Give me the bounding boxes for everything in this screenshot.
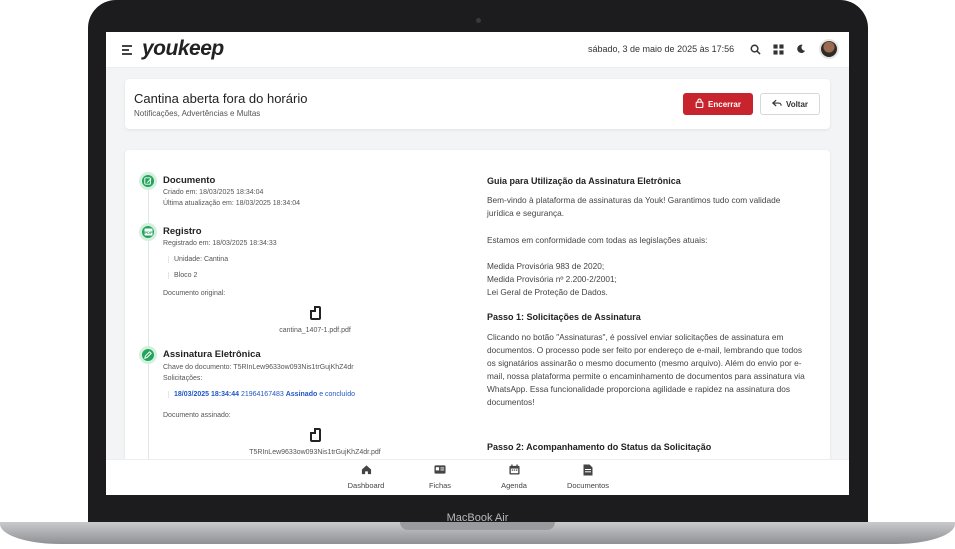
voltar-button[interactable]: Voltar <box>760 93 820 115</box>
request-date: 18/03/2025 18:34:44 <box>174 391 239 398</box>
request-extra: e concluído <box>319 391 356 398</box>
grid-icon[interactable] <box>771 42 785 56</box>
signature-request-row[interactable]: 18/03/2025 18:34:44 21964167483 Assinado… <box>168 391 355 398</box>
moon-icon[interactable] <box>794 42 808 56</box>
bloco-info: Bloco 2 <box>168 272 197 279</box>
search-icon[interactable] <box>748 42 762 56</box>
original-file-name: cantina_1407-1.pdf.pdf <box>279 327 351 334</box>
signature-pen-icon <box>139 346 157 364</box>
lock-icon <box>695 98 704 110</box>
step1-text: Clicando no botão "Assinaturas", é possí… <box>487 332 805 407</box>
created-date: Criado em: 18/03/2025 18:34:04 <box>163 189 264 196</box>
encerrar-label: Encerrar <box>708 99 741 109</box>
calendar-icon <box>484 464 544 478</box>
file-icon <box>309 428 321 442</box>
requests-label: Solicitações: <box>163 375 203 382</box>
guide-intro: Bem-vindo à plataforma de assinaturas da… <box>487 195 781 218</box>
encerrar-button[interactable]: Encerrar <box>683 93 753 115</box>
top-bar: youkeep sábado, 3 de maio de 2025 às 17:… <box>106 32 849 68</box>
nav-label: Dashboard <box>347 481 385 490</box>
id-card-icon <box>410 464 470 478</box>
document-detail-card: Documento Criado em: 18/03/2025 18:34:04… <box>125 150 830 470</box>
original-document-file[interactable]: cantina_1407-1.pdf.pdf <box>265 306 365 334</box>
page-header: Cantina aberta fora do horário Notificaç… <box>125 79 830 129</box>
nav-label: Fichas <box>428 481 452 490</box>
datetime: sábado, 3 de maio de 2025 às 17:56 <box>588 44 735 54</box>
camera <box>476 18 481 23</box>
step1-title: Passo 1: Solicitações de Assinatura <box>487 312 641 322</box>
request-status: Assinado <box>285 391 318 398</box>
voltar-label: Voltar <box>785 99 809 109</box>
logo[interactable]: youkeep <box>142 37 224 61</box>
back-arrow-icon <box>771 99 782 110</box>
guide-compliance: Estamos em conformidade com todas as leg… <box>487 235 708 245</box>
updated-date: Última atualização em: 18/03/2025 18:34:… <box>163 200 300 207</box>
pdf-icon: PDF <box>139 223 157 241</box>
svg-text:PDF: PDF <box>144 230 153 235</box>
page-title: Cantina aberta fora do horário <box>134 91 308 106</box>
menu-icon[interactable] <box>122 45 132 55</box>
guide-title: Guia para Utilização da Assinatura Eletr… <box>487 176 681 186</box>
avatar[interactable] <box>819 39 839 59</box>
section-title-registro: Registro <box>163 226 202 237</box>
request-phone: 21964167483 <box>240 391 284 398</box>
nav-label: Agenda <box>501 481 527 490</box>
signed-document-file[interactable]: T5RInLew9633ow093Nis1trGujKhZ4dr.pdf <box>215 428 415 456</box>
document-key: Chave do documento: T5RInLew9633ow093Nis… <box>163 364 354 371</box>
file-icon <box>309 306 321 320</box>
device-label: MacBook Air <box>446 512 509 524</box>
nav-documentos[interactable]: Documentos <box>558 464 618 490</box>
app-screen: youkeep sábado, 3 de maio de 2025 às 17:… <box>106 32 849 495</box>
nav-fichas[interactable]: Fichas <box>410 464 470 490</box>
bottom-nav: Dashboard Fichas Agenda Documentos <box>106 459 849 495</box>
nav-agenda[interactable]: Agenda <box>484 464 544 490</box>
section-title-assinatura: Assinatura Eletrônica <box>163 349 261 360</box>
document-icon <box>558 464 618 478</box>
step2-title: Passo 2: Acompanhamento do Status da Sol… <box>487 442 712 452</box>
law-item: Medida Provisória nº 2.200-2/2001; <box>487 274 617 284</box>
signed-file-name: T5RInLew9633ow093Nis1trGujKhZ4dr.pdf <box>249 449 381 456</box>
document-edit-icon <box>139 172 157 190</box>
page-subtitle: Notificações, Advertências e Multas <box>134 109 261 118</box>
registered-date: Registrado em: 18/03/2025 18:34:33 <box>163 240 277 247</box>
nav-dashboard[interactable]: Dashboard <box>336 464 396 490</box>
section-title-documento: Documento <box>163 175 216 186</box>
original-document-label: Documento original: <box>163 290 226 297</box>
law-item: Medida Provisória 983 de 2020; <box>487 261 605 271</box>
home-icon <box>336 464 396 478</box>
nav-label: Documentos <box>566 481 610 490</box>
law-item: Lei Geral de Proteção de Dados. <box>487 287 608 297</box>
unidade-info: Unidade: Cantina <box>168 256 228 263</box>
signed-document-label: Documento assinado: <box>163 412 231 419</box>
